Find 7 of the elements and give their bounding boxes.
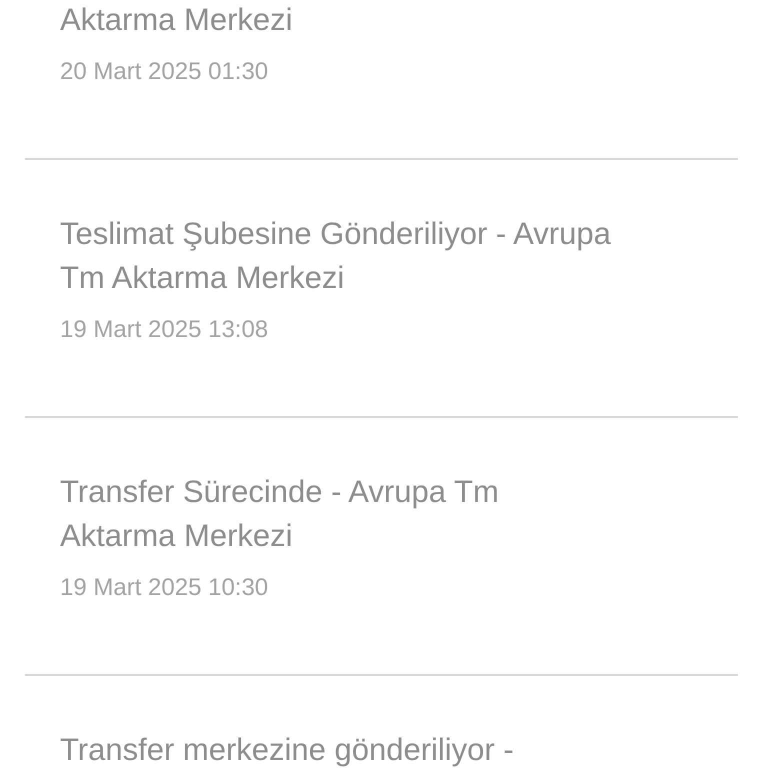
event-title: Aktarma Merkezi [60, 1, 294, 39]
event-date: 19 Mart 2025 10:30 [60, 573, 268, 603]
event-title: Transfer Sürecinde - Avrupa Tm Aktarma Merkezi [60, 473, 500, 555]
event-title: Teslimat Şubesine Gönderiliyor - Avrupa Tm Aktarma Merkezi [60, 215, 612, 297]
event-title: Transfer merkezine gönderiliyor - [60, 731, 515, 768]
event-date: 19 Mart 2025 13:08 [60, 315, 268, 345]
event-date: 20 Mart 2025 01:30 [60, 57, 268, 87]
